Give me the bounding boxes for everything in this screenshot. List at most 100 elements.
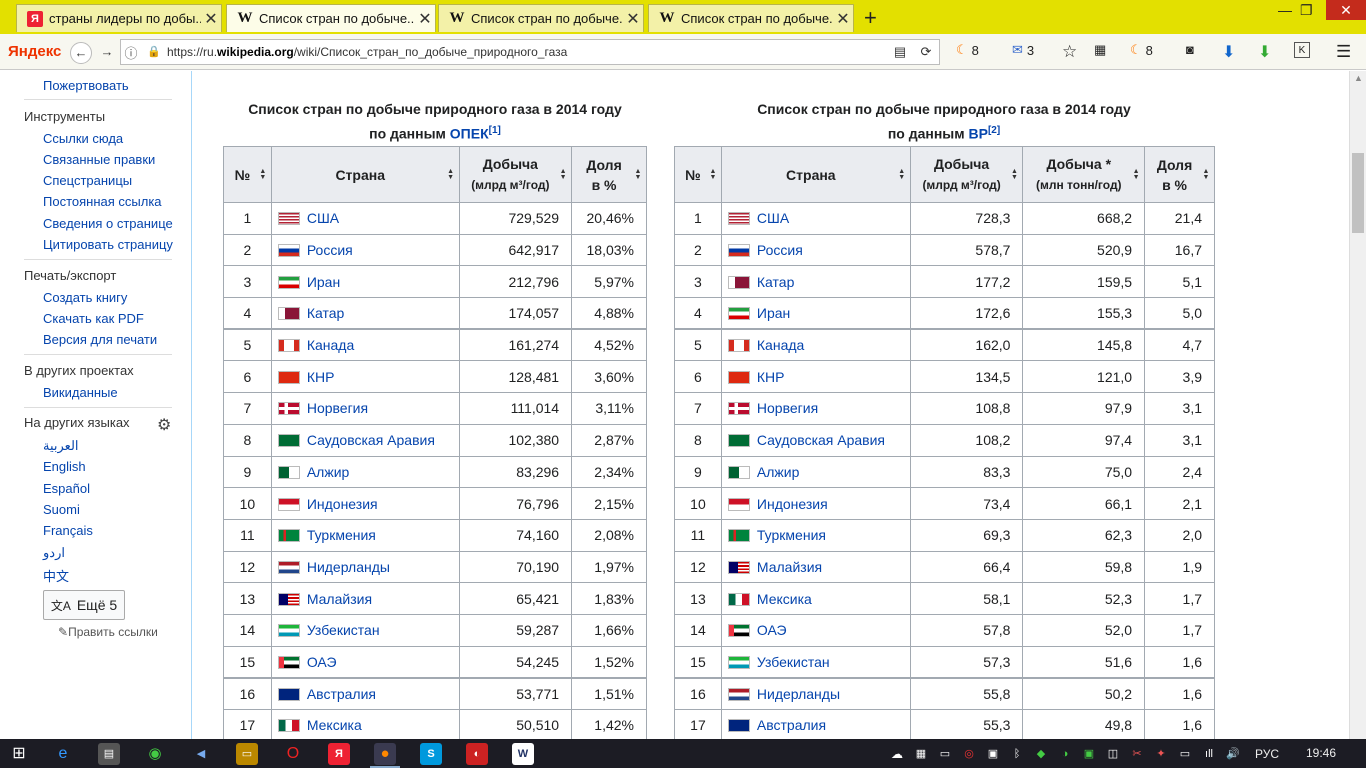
clock[interactable]: 19:46 [1306,739,1336,768]
tray-usb-icon[interactable]: ▭ [1174,743,1196,765]
tab-wikipedia-3[interactable]: W Список стран по добыче... ✕ [648,4,854,32]
country-link[interactable]: КНР [307,369,335,385]
folder-icon[interactable]: ▭ [236,743,258,765]
sidebar-link-relatedchanges[interactable]: Связанные правки [43,152,155,167]
volume-icon[interactable]: 🔊 [1222,743,1244,765]
country-link[interactable]: Малайзия [757,559,822,575]
sidebar-lang-arabic[interactable]: العربية [43,438,79,454]
lock-icon[interactable]: 🔒 [147,45,161,59]
antivirus-icon[interactable]: ◐ [466,743,488,765]
reference-1[interactable]: [1] [489,125,501,136]
sidebar-lang-english[interactable]: English [43,459,86,474]
chrome-icon[interactable]: ◉ [144,743,166,765]
sort-icon[interactable]: ▲ ▼ [898,168,906,181]
tray-antivirus-icon[interactable]: ✦ [1150,743,1172,765]
onedrive-icon[interactable]: ☁ [886,743,908,765]
col-production-tonnes-header[interactable]: Добыча * (млн тонн/год) ▲ ▼ [1022,146,1146,203]
country-link[interactable]: США [307,210,339,226]
tab-wikipedia-active[interactable]: W Список стран по добыче... ✕ [226,4,436,32]
country-link[interactable]: Малайзия [307,591,372,607]
country-link[interactable]: Россия [757,242,803,258]
yandex-browser-icon[interactable]: Я [328,743,350,765]
col-production-header[interactable]: Добыча (млрд м³/год) ▲ ▼ [909,146,1024,203]
sidebar-lang-spanish[interactable]: Español [43,481,90,496]
col-production-header[interactable]: Добыча (млрд м³/год) ▲ ▼ [458,146,573,203]
country-link[interactable]: Иран [757,305,790,321]
sort-icon[interactable]: ▲ ▼ [559,168,567,181]
country-link[interactable]: ОАЭ [757,622,787,638]
col-num-header[interactable]: № ▲ ▼ [674,146,722,203]
bookmark-star-icon[interactable]: ☆ [1062,42,1077,62]
country-link[interactable]: Саудовская Аравия [307,432,435,448]
forward-arrow-icon[interactable]: → [96,42,118,64]
sidebar-lang-french[interactable]: Français [43,523,93,538]
col-country-header[interactable]: Страна ▲ ▼ [270,146,460,203]
wifi-signal-icon[interactable]: ıll [1198,743,1220,765]
country-link[interactable]: Канада [307,337,354,353]
tab-yandex-search[interactable]: Я страны лидеры по добы... ✕ [16,4,222,32]
bp-link[interactable]: BP [969,126,988,142]
tray-chat-icon[interactable]: ◫ [1102,743,1124,765]
country-link[interactable]: ОАЭ [307,654,337,670]
media-player-icon[interactable]: ◀ [190,743,212,765]
sort-icon[interactable]: ▲ ▼ [259,168,267,181]
sort-icon[interactable]: ▲ ▼ [1010,168,1018,181]
reload-icon[interactable]: ⟳ [913,44,939,60]
col-country-header[interactable]: Страна ▲ ▼ [720,146,911,203]
close-window-icon[interactable]: ✕ [1326,0,1366,20]
sidebar-lang-chinese[interactable]: 中文 [43,566,69,585]
sidebar-link-download-pdf[interactable]: Скачать как PDF [43,311,144,326]
country-link[interactable]: Австралия [757,717,826,733]
yandex-logo[interactable]: Яндекс [8,43,61,60]
kaspersky-icon[interactable]: K [1294,42,1310,58]
url-text[interactable]: https://ru.wikipedia.org/wiki/Список_стр… [167,45,887,59]
task-icon[interactable]: ▦ [910,743,932,765]
country-link[interactable]: Алжир [307,464,349,480]
sidebar-link-donate[interactable]: Пожертвовать [43,78,129,93]
tray-tools-icon[interactable]: ✂ [1126,743,1148,765]
col-share-header[interactable]: Доля в % ▲ ▼ [1144,146,1215,203]
country-link[interactable]: Узбекистан [757,654,830,670]
tab-wikipedia-2[interactable]: W Список стран по добыче... ✕ [438,4,644,32]
country-link[interactable]: Норвегия [757,400,818,416]
country-link[interactable]: Индонезия [307,496,378,512]
country-link[interactable]: США [757,210,789,226]
country-link[interactable]: Саудовская Аравия [757,432,885,448]
bluetooth-icon[interactable]: ᛒ [1006,743,1028,765]
tray-green-icon[interactable]: ◑ [1054,743,1076,765]
skype-icon[interactable]: S [420,743,442,765]
word-icon[interactable]: W [512,743,534,765]
tray-red-icon[interactable]: ◎ [958,743,980,765]
more-languages-button[interactable]: 文A Ещё 5 [43,590,125,620]
minimize-icon[interactable]: — [1278,2,1292,18]
yandex-notifications-button[interactable]: ☾ 8 [956,42,979,58]
country-link[interactable]: Узбекистан [307,622,380,638]
clipboard-icon[interactable]: ▦ [1094,42,1106,58]
col-num-header[interactable]: № ▲ ▼ [223,146,272,203]
language-indicator[interactable]: РУС [1255,739,1279,768]
yandex-widget-button[interactable]: ☾ 8 [1130,42,1153,58]
country-link[interactable]: Нидерланды [757,686,840,702]
gear-icon[interactable]: ⚙ [157,415,171,435]
sort-icon[interactable]: ▲ ▼ [634,168,642,181]
reader-mode-icon[interactable]: ▤ [887,44,913,60]
sidebar-lang-finnish[interactable]: Suomi [43,502,80,517]
sort-icon[interactable]: ▲ ▼ [1202,168,1210,181]
download-arrow-icon[interactable]: ⬇ [1222,42,1235,62]
restore-icon[interactable]: ❐ [1300,2,1313,19]
country-link[interactable]: Индонезия [757,496,828,512]
country-link[interactable]: Туркмения [307,527,376,543]
country-link[interactable]: Катар [307,305,344,321]
country-link[interactable]: Норвегия [307,400,368,416]
col-share-header[interactable]: Доля в % ▲ ▼ [571,146,647,203]
pocket-icon[interactable]: ◙ [1186,42,1194,57]
edit-links-link[interactable]: ✎Править ссылки [58,625,158,639]
country-link[interactable]: Канада [757,337,804,353]
mail-button[interactable]: ✉ 3 [1012,42,1034,58]
close-icon[interactable]: ✕ [623,9,643,29]
page-scrollbar[interactable]: ▲ [1349,71,1366,739]
windows-start-icon[interactable]: ⊞ [8,743,30,765]
sidebar-link-cite[interactable]: Цитировать страницу [43,237,173,252]
sidebar-lang-urdu[interactable]: اردو [43,545,65,561]
opera-icon[interactable]: O [282,743,304,765]
